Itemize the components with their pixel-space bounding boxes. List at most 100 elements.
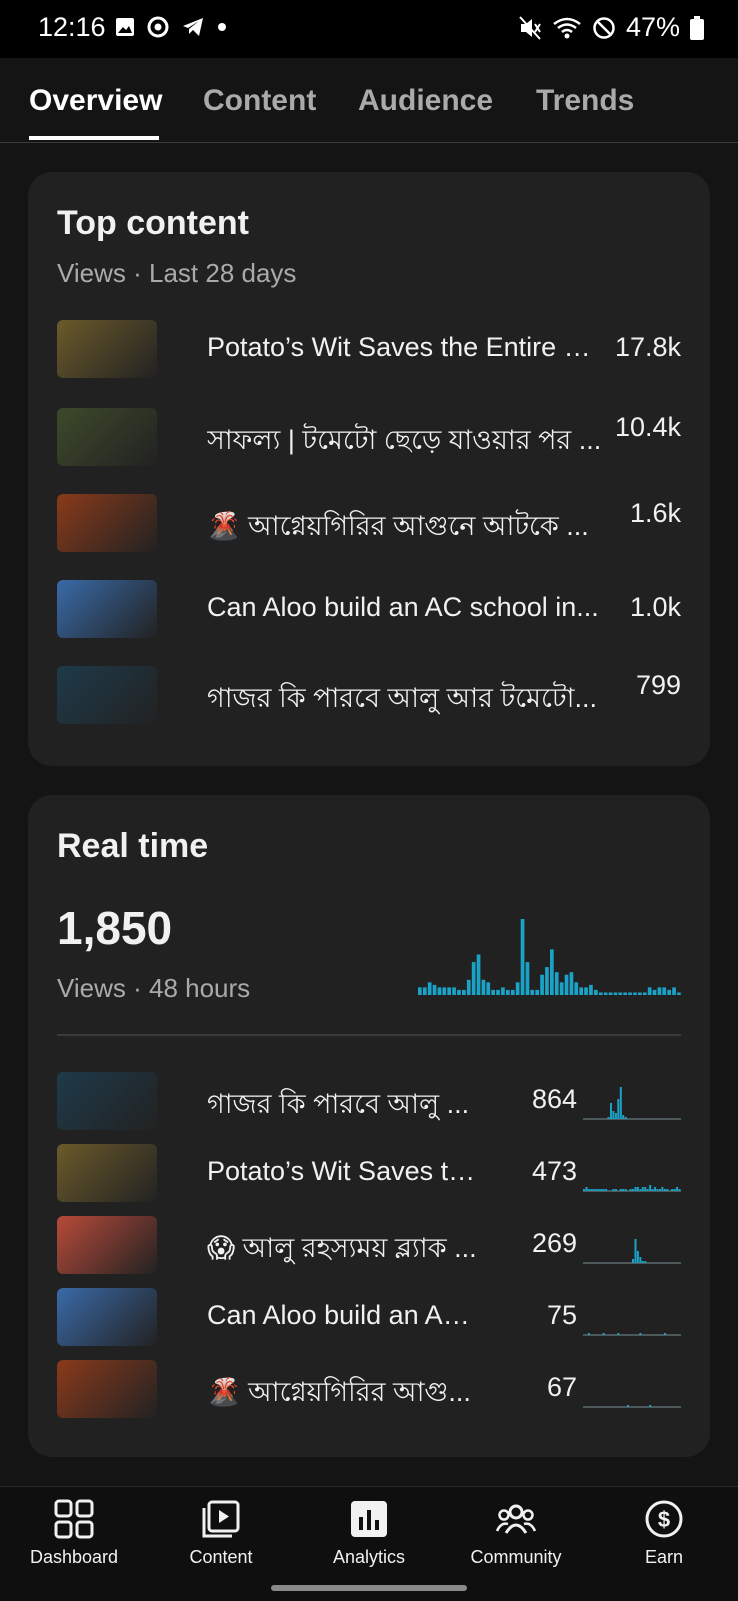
top-content-row[interactable]: গাজর কি পারবে আলু আর টমেটো... 799	[57, 666, 681, 726]
top-content-row[interactable]: Potato’s Wit Saves the Entire Vi... 17.8…	[57, 320, 681, 380]
battery-percent: 47%	[625, 12, 680, 42]
tab-trends[interactable]: Trends	[536, 84, 634, 118]
sparkline-bar	[617, 1333, 620, 1335]
realtime-row[interactable]: 😱 আলু রহস্যময় ব্ল্যাক ... 269	[57, 1216, 681, 1276]
video-title: Potato’s Wit Saves th...	[207, 1156, 482, 1186]
tab-audience[interactable]: Audience	[358, 84, 493, 118]
chart-bar	[623, 992, 627, 995]
chart-bar	[422, 987, 427, 995]
sparkline-bar	[627, 1405, 630, 1407]
sparkline-bar	[666, 1189, 669, 1191]
chart-bar	[633, 992, 637, 995]
nav-earn[interactable]: $ Earn	[590, 1487, 738, 1587]
sparkline-bar	[600, 1189, 603, 1191]
chart-bar	[603, 992, 608, 995]
nav-label: Content	[189, 1547, 253, 1567]
video-title: Potato’s Wit Saves the Entire Vi...	[207, 332, 607, 362]
video-thumbnail	[57, 1144, 157, 1202]
dashboard-icon	[54, 1499, 94, 1539]
nav-label: Community	[470, 1547, 562, 1567]
gallery-icon	[116, 18, 134, 36]
sparkline-bar	[619, 1189, 622, 1191]
chart-bar	[598, 992, 603, 995]
sparkline-bar	[617, 1099, 620, 1119]
chart-bar	[486, 982, 491, 995]
realtime-row[interactable]: গাজর কি পারবে আলু ... 864	[57, 1072, 681, 1132]
chart-bar	[457, 989, 461, 995]
video-views: 17.8k	[614, 332, 681, 362]
video-views: 75	[546, 1300, 577, 1330]
chart-bar	[579, 987, 583, 995]
battery-icon	[690, 15, 704, 40]
chart-bar	[506, 989, 510, 995]
chart-bar	[559, 982, 564, 995]
video-thumbnail	[57, 494, 157, 552]
sparkline-bar	[592, 1189, 595, 1191]
video-views: 864	[531, 1084, 577, 1114]
sparkline-bar	[602, 1333, 605, 1335]
realtime-row[interactable]: Can Aloo build an AC... 75	[57, 1288, 681, 1348]
card-subtitle: Views · 48 hours	[57, 973, 251, 1003]
sparkline-bar	[663, 1189, 666, 1191]
home-indicator	[271, 1585, 467, 1591]
svg-text:$: $	[658, 1507, 670, 1532]
chart-bar	[525, 962, 530, 995]
video-thumbnail	[57, 1360, 157, 1418]
video-thumbnail	[57, 666, 157, 724]
chart-bar	[491, 989, 495, 995]
sparkline-bar	[656, 1189, 659, 1191]
sparkline	[583, 1087, 681, 1120]
notification-icons	[115, 16, 227, 38]
tab-content[interactable]: Content	[203, 84, 316, 118]
sparkline-bar	[612, 1189, 615, 1191]
nav-label: Earn	[644, 1547, 684, 1567]
chart-bar	[564, 974, 569, 995]
telegram-icon	[183, 18, 203, 36]
sparkline-bar	[661, 1187, 664, 1191]
chart-bar	[466, 979, 471, 995]
realtime-row[interactable]: Potato’s Wit Saves th... 473	[57, 1144, 681, 1204]
chart-bar	[667, 989, 671, 995]
sparkline-bar	[663, 1333, 666, 1335]
content-icon	[202, 1500, 240, 1538]
mute-icon	[519, 15, 541, 40]
top-content-row[interactable]: সাফল্য | টমেটো ছেড়ে যাওয়ার পর ... 10.4…	[57, 408, 681, 468]
chart-bar	[462, 989, 466, 995]
tab-overview[interactable]: Overview	[29, 84, 162, 118]
status-time: 12:16	[38, 12, 106, 42]
sparkline	[583, 1333, 681, 1336]
sparkline-bar	[585, 1187, 588, 1191]
sparkline-bar	[587, 1189, 590, 1191]
top-content-row[interactable]: 🌋 আগ্নেয়গিরির আগুনে আটকে ... 1.6k	[57, 494, 681, 554]
realtime-bar-chart	[418, 919, 681, 995]
chart-bar	[427, 982, 432, 995]
chart-bar	[642, 992, 647, 995]
sparkline-bar	[622, 1189, 625, 1191]
video-views: 269	[531, 1228, 577, 1258]
sparkline-bar	[639, 1333, 642, 1335]
sparkline-bar	[605, 1189, 608, 1191]
realtime-row[interactable]: 🌋 আগ্নেয়গিরির আগু... 67	[57, 1360, 681, 1420]
sparkline-bar	[678, 1189, 681, 1191]
chart-bar	[418, 987, 422, 995]
sparkline-bar	[610, 1103, 612, 1119]
nav-community[interactable]: Community	[442, 1487, 590, 1587]
chart-bar	[554, 972, 559, 995]
nav-analytics[interactable]: Analytics	[295, 1487, 443, 1587]
video-views: 67	[546, 1372, 577, 1402]
card-subtitle: Views · Last 28 days	[57, 258, 297, 288]
sparkline-bar	[671, 1189, 674, 1191]
sparkline-bar	[632, 1189, 634, 1191]
sparkline-bar	[629, 1189, 632, 1191]
sparkline-bar	[654, 1187, 657, 1191]
sparkline	[583, 1405, 681, 1408]
nav-dashboard[interactable]: Dashboard	[0, 1487, 148, 1587]
chart-bar	[545, 967, 549, 995]
nav-content[interactable]: Content	[147, 1487, 295, 1587]
sparkline-bar	[651, 1189, 654, 1191]
top-content-row[interactable]: Can Aloo build an AC school in... 1.0k	[57, 580, 681, 640]
video-title: গাজর কি পারবে আলু ...	[207, 1089, 470, 1119]
video-thumbnail	[57, 580, 157, 638]
active-tab-indicator	[29, 136, 159, 140]
chart-bar	[662, 987, 667, 995]
